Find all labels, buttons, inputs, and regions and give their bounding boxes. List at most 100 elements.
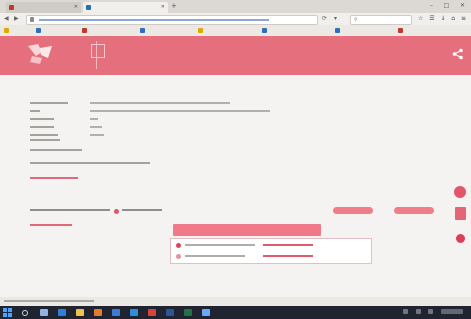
app-icon[interactable]	[202, 309, 210, 316]
window-controls: – □ ✕	[430, 2, 465, 10]
search-icon[interactable]	[22, 310, 28, 316]
url-input[interactable]	[26, 15, 318, 25]
os-taskbar	[0, 306, 471, 319]
link-text[interactable]	[30, 177, 78, 179]
search-input[interactable]: ⚲	[350, 15, 412, 25]
app-icon[interactable]	[112, 309, 120, 316]
back-icon[interactable]: ◀	[4, 15, 9, 22]
url-text-placeholder-line	[39, 19, 269, 21]
excel-icon[interactable]	[184, 309, 192, 316]
bookmark-icon[interactable]	[335, 28, 340, 33]
detail-label	[30, 110, 40, 112]
network-icon[interactable]	[403, 309, 408, 314]
browser-tab-active[interactable]: ✕	[83, 2, 168, 13]
forward-icon[interactable]: ▶	[14, 15, 19, 22]
search-icon: ⚲	[354, 17, 358, 23]
close-tab-icon[interactable]: ✕	[74, 4, 78, 10]
address-bar: ◀ ▶ ⟳ ▾ ⚲ ☆ ☰ ↓ ⌂ ≡	[0, 13, 471, 25]
bookmark-icon[interactable]	[140, 28, 145, 33]
status-text	[4, 300, 94, 302]
tab-favicon-icon	[9, 5, 14, 10]
store-icon[interactable]	[130, 309, 138, 316]
results-action-button[interactable]	[333, 207, 373, 214]
dropdown-icon[interactable]: ▾	[334, 15, 337, 22]
close-icon[interactable]	[456, 234, 465, 243]
info-text	[30, 162, 150, 164]
web-page	[0, 36, 471, 298]
detail-label	[30, 139, 60, 141]
detail-label	[30, 126, 54, 128]
status-icon	[176, 243, 181, 248]
link-text[interactable]	[30, 224, 72, 226]
reading-list-icon[interactable]: ☰	[429, 15, 434, 23]
status-icon	[176, 254, 181, 259]
document-icon[interactable]	[455, 207, 466, 220]
detail-row	[30, 116, 150, 121]
firefox-icon[interactable]	[94, 309, 102, 316]
info-icon[interactable]	[454, 186, 466, 198]
popup-item-text	[185, 244, 255, 246]
maximize-icon[interactable]: □	[444, 2, 450, 10]
browser-status-bar	[0, 297, 471, 306]
new-tab-button[interactable]: +	[171, 2, 177, 10]
primary-action-button[interactable]	[173, 224, 321, 236]
system-tray	[403, 309, 463, 316]
results-action-button[interactable]	[394, 207, 434, 214]
app-icon[interactable]	[148, 309, 156, 316]
results-summary-text	[30, 209, 110, 211]
site-header	[0, 36, 471, 75]
link-line[interactable]	[30, 222, 130, 227]
close-window-icon[interactable]: ✕	[460, 2, 465, 10]
link-line[interactable]	[30, 175, 130, 180]
bookmark-icon[interactable]	[398, 28, 403, 33]
site-logo	[28, 44, 52, 64]
popup-item-text	[185, 255, 245, 257]
detail-row	[30, 100, 250, 105]
detail-value	[90, 102, 230, 104]
volume-icon[interactable]	[415, 309, 421, 314]
bookmark-icon[interactable]	[36, 28, 41, 33]
browser-tab[interactable]: ✕	[6, 2, 81, 13]
task-view-icon[interactable]	[40, 309, 48, 316]
detail-value	[90, 110, 270, 112]
detail-row	[30, 108, 270, 113]
star-icon[interactable]: ☆	[418, 15, 423, 23]
lock-icon	[30, 17, 34, 22]
results-indicator-icon	[114, 209, 119, 214]
language-icon[interactable]	[428, 309, 434, 314]
header-divider	[96, 41, 97, 69]
detail-value	[90, 134, 104, 136]
bookmark-icon[interactable]	[4, 28, 9, 33]
info-text	[30, 149, 82, 151]
detail-value	[90, 126, 102, 128]
menu-button[interactable]	[91, 44, 105, 58]
detail-label	[30, 134, 58, 136]
info-line	[30, 160, 230, 165]
browser-tab-bar: ✕ ✕ + – □ ✕	[0, 0, 471, 13]
share-icon[interactable]	[452, 48, 464, 60]
results-summary-text	[122, 209, 162, 211]
download-icon[interactable]: ↓	[440, 15, 445, 23]
browser-toolbar: ☆ ☰ ↓ ⌂ ≡	[418, 15, 466, 23]
home-icon[interactable]: ⌂	[451, 15, 455, 23]
close-tab-icon[interactable]: ✕	[161, 4, 165, 10]
detail-label	[30, 102, 68, 104]
popup-item-link[interactable]	[263, 244, 313, 246]
popup-item-link[interactable]	[263, 255, 313, 257]
minimize-icon[interactable]: –	[430, 2, 433, 10]
file-explorer-icon[interactable]	[76, 309, 84, 316]
clock[interactable]	[440, 309, 463, 314]
reload-icon[interactable]: ⟳	[322, 15, 327, 22]
bookmark-icon[interactable]	[198, 28, 203, 33]
dropdown-popup	[170, 238, 372, 264]
detail-row	[30, 124, 150, 129]
results-summary	[30, 207, 230, 212]
bookmark-icon[interactable]	[82, 28, 87, 33]
edge-browser-icon[interactable]	[58, 309, 66, 316]
tab-favicon-icon	[86, 5, 91, 10]
bookmark-icon[interactable]	[262, 28, 267, 33]
menu-icon[interactable]: ≡	[461, 15, 466, 23]
info-line	[30, 147, 150, 152]
word-icon[interactable]	[166, 309, 174, 316]
windows-start-icon[interactable]	[3, 308, 12, 317]
